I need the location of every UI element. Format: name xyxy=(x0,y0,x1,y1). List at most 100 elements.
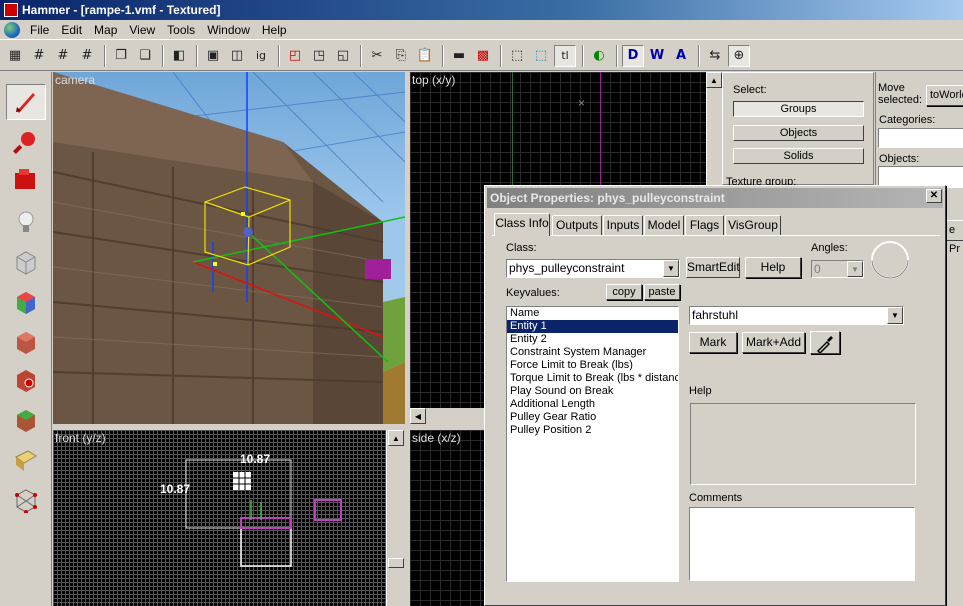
angle-dial-icon[interactable] xyxy=(870,240,910,280)
class-combo[interactable]: phys_pulleyconstraint ▼ xyxy=(506,259,680,278)
display-wireframe-icon[interactable]: W xyxy=(646,45,668,67)
grid-3d-icon[interactable]: # xyxy=(76,45,98,67)
side-grid xyxy=(410,430,490,606)
group-icon[interactable]: ▣ xyxy=(202,45,224,67)
hide-selected-icon[interactable]: ◰ xyxy=(284,45,306,67)
apply-current-texture-tool[interactable] xyxy=(6,324,46,360)
hide-unselected-icon[interactable]: ◳ xyxy=(308,45,330,67)
show-all-icon[interactable]: ◱ xyxy=(332,45,354,67)
menu-help[interactable]: Help xyxy=(256,21,293,39)
chevron-down-icon[interactable]: ▼ xyxy=(847,261,863,277)
to-world-button[interactable]: toWorld xyxy=(926,85,963,106)
camera-tool[interactable] xyxy=(6,162,46,198)
value-combo[interactable]: fahrstuhl ▼ xyxy=(689,306,904,325)
menu-map[interactable]: Map xyxy=(88,21,123,39)
tab-class-info[interactable]: Class Info xyxy=(494,213,550,236)
flip-icon[interactable]: ◐ xyxy=(588,45,610,67)
window-cascade-icon[interactable]: ❏ xyxy=(134,45,156,67)
tab-inputs[interactable]: Inputs xyxy=(603,215,643,235)
keyvalue-play-sound[interactable]: Play Sound on Break xyxy=(507,385,678,398)
entity-tool[interactable] xyxy=(6,204,46,240)
copy-icon[interactable]: ⎘ xyxy=(390,45,412,67)
mark-add-button[interactable]: Mark+Add xyxy=(742,332,805,353)
ungroup-icon[interactable]: ◫ xyxy=(226,45,248,67)
smartedit-button[interactable]: SmartEdit xyxy=(686,257,740,278)
snap-to-grid-icon[interactable]: ⬚ xyxy=(506,45,528,67)
menu-view[interactable]: View xyxy=(123,21,161,39)
overlay-cube-icon xyxy=(17,410,35,432)
block-tool[interactable] xyxy=(6,244,46,280)
grid-larger-icon[interactable]: # xyxy=(52,45,74,67)
front-viewport-vscroll[interactable]: ▲ xyxy=(386,430,406,606)
display-models-icon[interactable]: D xyxy=(622,44,644,67)
menu-edit[interactable]: Edit xyxy=(55,21,88,39)
tab-outputs[interactable]: Outputs xyxy=(552,215,602,235)
keyvalue-name[interactable]: Name xyxy=(507,307,678,320)
grid-smaller-icon[interactable]: # xyxy=(28,45,50,67)
categories-select[interactable] xyxy=(878,128,963,148)
select-solids-button[interactable]: Solids xyxy=(733,148,864,164)
toolbar-separator xyxy=(162,44,164,67)
menu-tools[interactable]: Tools xyxy=(161,21,201,39)
keyvalue-pulley-position-2[interactable]: Pulley Position 2 xyxy=(507,424,678,437)
paste-button[interactable]: paste xyxy=(644,284,680,300)
globe-icon[interactable] xyxy=(4,21,20,38)
angles-combo[interactable]: 0 ▼ xyxy=(811,260,864,278)
tab-flags[interactable]: Flags xyxy=(685,215,724,235)
texture-application-tool[interactable] xyxy=(6,284,46,320)
mark-button[interactable]: Mark xyxy=(689,332,737,353)
scroll-up-icon[interactable]: ▲ xyxy=(706,72,722,88)
tab-visgroup[interactable]: VisGroup xyxy=(725,215,781,235)
keyvalue-entity-2[interactable]: Entity 2 xyxy=(507,333,678,346)
magnify-tool[interactable] xyxy=(6,124,46,160)
display-area-icon[interactable]: A xyxy=(670,45,692,67)
keyvalue-entity-1[interactable]: Entity 1 xyxy=(507,320,678,333)
menu-window[interactable]: Window xyxy=(201,21,256,39)
keyvalues-list[interactable]: Name Entity 1 Entity 2 Constraint System… xyxy=(506,306,679,582)
front-viewport[interactable]: 10.87 10.87 front (y/z) xyxy=(53,430,386,606)
paste-icon[interactable]: 📋 xyxy=(414,45,436,67)
dialog-title-bar[interactable]: Object Properties: phys_pulleyconstraint xyxy=(487,188,943,208)
grid-toggle-icon[interactable]: ▦ xyxy=(4,45,26,67)
toolbar-selected-label[interactable]: tl xyxy=(554,44,576,67)
vertex-tool[interactable] xyxy=(6,482,46,518)
clipping-tool[interactable] xyxy=(6,442,46,478)
magnifier-icon xyxy=(13,132,35,154)
chevron-down-icon[interactable]: ▼ xyxy=(663,260,679,277)
select-groups-button[interactable]: Groups xyxy=(733,101,864,117)
copy-button[interactable]: copy xyxy=(606,284,642,300)
cut-icon[interactable]: ✂ xyxy=(366,45,388,67)
scroll-thumb[interactable] xyxy=(388,558,404,568)
ignore-groups-icon[interactable]: ig xyxy=(250,45,272,67)
decal-tool[interactable] xyxy=(6,362,46,398)
keyvalue-pulley-gear-ratio[interactable]: Pulley Gear Ratio xyxy=(507,411,678,424)
select-by-handles-icon[interactable]: ⬚ xyxy=(530,45,552,67)
window-tile-icon[interactable]: ❐ xyxy=(110,45,132,67)
keyvalue-constraint-system-manager[interactable]: Constraint System Manager xyxy=(507,346,678,359)
overlay-tool[interactable] xyxy=(6,402,46,438)
scroll-up-icon[interactable]: ▲ xyxy=(388,430,404,446)
comments-textarea[interactable] xyxy=(689,507,915,581)
scroll-left-icon[interactable]: ◀ xyxy=(410,408,426,424)
side-viewport[interactable]: side (x/z) xyxy=(410,430,490,606)
help-button[interactable]: Help xyxy=(745,257,801,278)
keyvalue-force-limit[interactable]: Force Limit to Break (lbs) xyxy=(507,359,678,372)
check-problems-icon[interactable]: ⇆ xyxy=(704,45,726,67)
value-text: fahrstuhl xyxy=(692,308,739,322)
carve-icon[interactable]: ◧ xyxy=(168,45,190,67)
select-objects-button[interactable]: Objects xyxy=(733,125,864,141)
keyvalue-torque-limit[interactable]: Torque Limit to Break (lbs * distance) xyxy=(507,372,678,385)
texture-lock-icon[interactable]: ▬ xyxy=(448,45,470,67)
chevron-down-icon[interactable]: ▼ xyxy=(887,307,903,324)
create-prefab-button[interactable]: e Pr xyxy=(946,220,963,255)
camera-viewport[interactable]: camera xyxy=(53,72,405,424)
close-icon[interactable]: ✕ xyxy=(926,189,942,203)
tab-model[interactable]: Model xyxy=(644,215,684,235)
keyvalue-additional-length[interactable]: Additional Length xyxy=(507,398,678,411)
keyvalues-label: Keyvalues: xyxy=(506,287,560,299)
selection-tool[interactable] xyxy=(6,84,46,120)
texture-scale-lock-icon[interactable]: ▩ xyxy=(472,45,494,67)
menu-file[interactable]: File xyxy=(24,21,55,39)
run-map-icon[interactable]: ⊕ xyxy=(728,44,750,67)
eyedropper-button[interactable] xyxy=(810,331,840,355)
